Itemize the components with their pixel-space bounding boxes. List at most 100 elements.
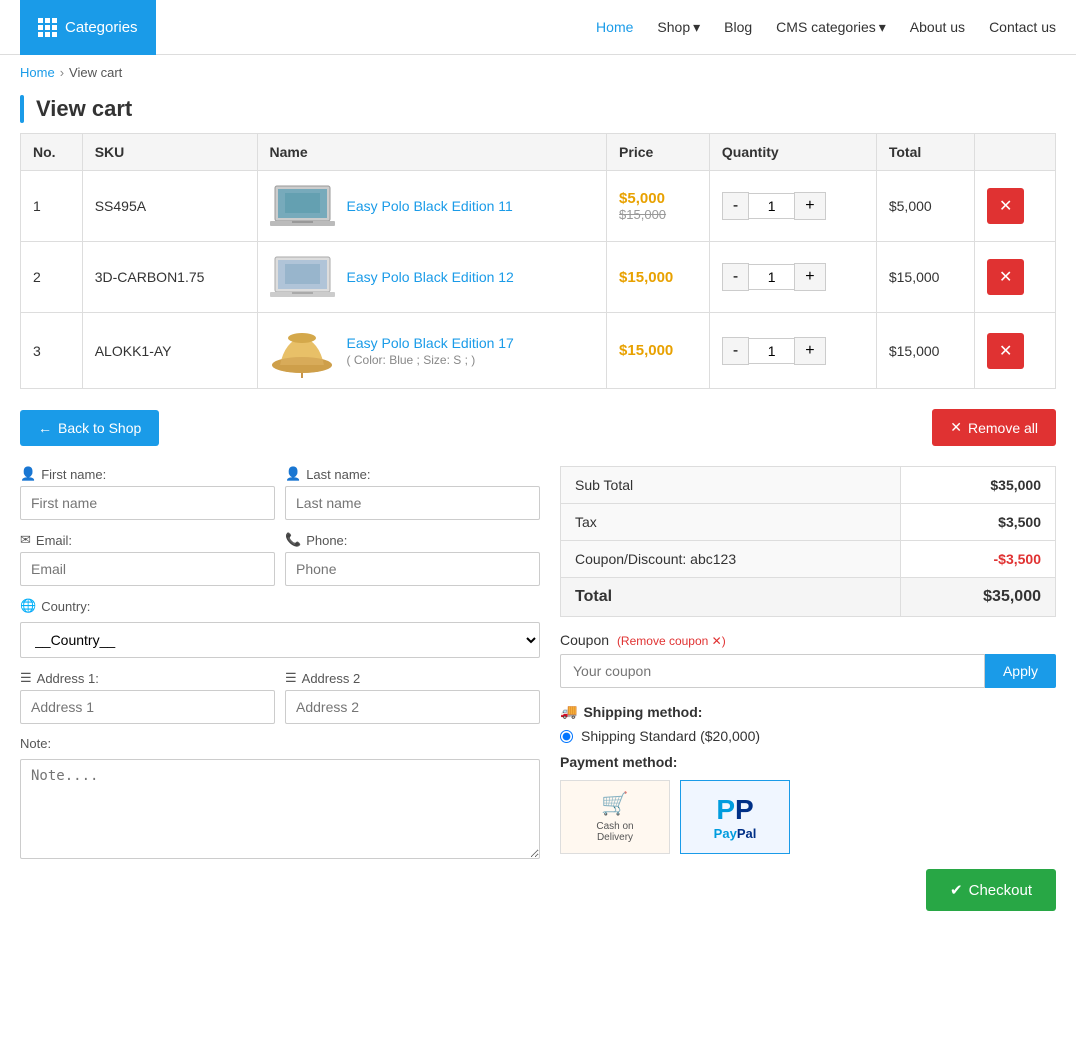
total-label: Total <box>561 578 901 617</box>
page-title: View cart <box>36 96 132 122</box>
nav-blog[interactable]: Blog <box>724 19 752 35</box>
remove-item-2[interactable]: ✕ <box>987 259 1024 295</box>
first-name-group: 👤 First name: <box>20 466 275 520</box>
address2-group: ☰ Address 2 <box>285 670 540 724</box>
coupon-row: Coupon/Discount: abc123 -$3,500 <box>561 541 1056 578</box>
remove-item-1[interactable]: ✕ <box>987 188 1024 224</box>
table-row: 3 ALOKK1-AY <box>21 313 1056 389</box>
row1-total: $5,000 <box>876 171 974 242</box>
cod-label: Cash onDelivery <box>596 821 633 843</box>
address1-group: ☰ Address 1: <box>20 670 275 724</box>
nav-cms[interactable]: CMS categories ▾ <box>776 19 886 36</box>
coupon-label: Coupon/Discount: abc123 <box>561 541 901 578</box>
tax-row: Tax $3,500 <box>561 504 1056 541</box>
remove-coupon-link[interactable]: (Remove coupon ✕) <box>617 634 726 648</box>
nav-home[interactable]: Home <box>596 19 633 35</box>
row1-product-link[interactable]: Easy Polo Black Edition 11 <box>347 198 513 214</box>
country-select[interactable]: __Country__ <box>20 622 540 658</box>
email-input[interactable] <box>20 552 275 586</box>
row1-remove: ✕ <box>974 171 1055 242</box>
row3-product-link[interactable]: Easy Polo Black Edition 17 <box>347 335 514 351</box>
coupon-value: -$3,500 <box>900 541 1055 578</box>
address2-input[interactable] <box>285 690 540 724</box>
header: Categories Home Shop ▾ Blog CMS categori… <box>0 0 1076 55</box>
apply-coupon-button[interactable]: Apply <box>985 654 1056 688</box>
first-name-input[interactable] <box>20 486 275 520</box>
row2-total: $15,000 <box>876 242 974 313</box>
product-image <box>270 323 335 378</box>
remove-item-3[interactable]: ✕ <box>987 333 1024 369</box>
first-name-label: 👤 First name: <box>20 466 275 482</box>
checkout-button[interactable]: ✔ Checkout <box>926 869 1056 911</box>
col-name: Name <box>257 134 607 171</box>
shipping-option: Shipping Standard ($20,000) <box>560 728 1056 744</box>
summary-table: Sub Total $35,000 Tax $3,500 Coupon/Disc… <box>560 466 1056 617</box>
qty-input-2[interactable] <box>749 264 794 290</box>
remove-all-button[interactable]: ✕ Remove all <box>932 409 1056 446</box>
row2-price: $15,000 <box>607 242 710 313</box>
nav-shop[interactable]: Shop ▾ <box>657 19 700 36</box>
categories-label: Categories <box>65 19 138 36</box>
page-title-section: View cart <box>0 90 1076 133</box>
bottom-section: 👤 First name: 👤 Last name: ✉ <box>20 466 1056 911</box>
row3-product-variant: ( Color: Blue ; Size: S ; ) <box>347 353 476 367</box>
address1-input[interactable] <box>20 690 275 724</box>
tax-value: $3,500 <box>900 504 1055 541</box>
row2-remove: ✕ <box>974 242 1055 313</box>
coupon-row: Apply <box>560 654 1056 688</box>
note-textarea[interactable] <box>20 759 540 859</box>
shipping-radio[interactable] <box>560 730 573 743</box>
breadcrumb: Home › View cart <box>0 55 1076 90</box>
subtotal-value: $35,000 <box>900 467 1055 504</box>
order-summary: Sub Total $35,000 Tax $3,500 Coupon/Disc… <box>560 466 1056 911</box>
address1-label: ☰ Address 1: <box>20 670 275 686</box>
row3-name-wrap: Easy Polo Black Edition 17 ( Color: Blue… <box>347 335 514 367</box>
breadcrumb-home[interactable]: Home <box>20 65 55 80</box>
coupon-section-label: Coupon (Remove coupon ✕) <box>560 632 1056 648</box>
col-total: Total <box>876 134 974 171</box>
last-name-input[interactable] <box>285 486 540 520</box>
phone-group: 📞 Phone: <box>285 532 540 586</box>
qty-input-3[interactable] <box>749 338 794 364</box>
chevron-down-icon: ▾ <box>879 19 886 36</box>
tax-label: Tax <box>561 504 901 541</box>
main-nav: Home Shop ▾ Blog CMS categories ▾ About … <box>596 19 1056 36</box>
row2-product-link[interactable]: Easy Polo Black Edition 12 <box>347 269 514 285</box>
list-icon: ☰ <box>20 670 32 686</box>
row3-qty: - + <box>709 313 876 389</box>
row1-price-old: $15,000 <box>619 207 697 222</box>
country-label: 🌐 Country: <box>20 598 540 614</box>
payment-paypal[interactable]: PP PayPal <box>680 780 790 854</box>
coupon-input[interactable] <box>560 654 985 688</box>
product-image <box>270 252 335 302</box>
back-to-shop-button[interactable]: ← Back to Shop <box>20 410 159 446</box>
truck-icon: 🚚 <box>560 703 577 720</box>
checkmark-icon: ✔ <box>950 881 963 899</box>
arrow-left-icon: ← <box>38 420 52 436</box>
qty-increase-1[interactable]: + <box>794 192 825 220</box>
action-row: ← Back to Shop ✕ Remove all <box>20 409 1056 446</box>
row3-price-main: $15,000 <box>619 342 697 359</box>
qty-decrease-1[interactable]: - <box>722 192 749 220</box>
row1-price-main: $5,000 <box>619 190 697 207</box>
qty-decrease-3[interactable]: - <box>722 337 749 365</box>
categories-button[interactable]: Categories <box>20 0 156 55</box>
nav-contact[interactable]: Contact us <box>989 19 1056 35</box>
phone-input[interactable] <box>285 552 540 586</box>
product-image <box>270 181 335 231</box>
address2-label: ☰ Address 2 <box>285 670 540 686</box>
shipping-section: 🚚 Shipping method: Shipping Standard ($2… <box>560 703 1056 744</box>
col-sku: SKU <box>82 134 257 171</box>
nav-about[interactable]: About us <box>910 19 965 35</box>
row3-name-cell: Easy Polo Black Edition 17 ( Color: Blue… <box>257 313 607 389</box>
row2-name-cell: Easy Polo Black Edition 12 <box>257 242 607 313</box>
col-qty: Quantity <box>709 134 876 171</box>
qty-increase-3[interactable]: + <box>794 337 825 365</box>
qty-decrease-2[interactable]: - <box>722 263 749 291</box>
row3-sku: ALOKK1-AY <box>82 313 257 389</box>
qty-input-1[interactable] <box>749 193 794 219</box>
payment-section: Payment method: 🛒 Cash onDelivery PP Pay… <box>560 754 1056 854</box>
payment-cod[interactable]: 🛒 Cash onDelivery <box>560 780 670 854</box>
row3-no: 3 <box>21 313 83 389</box>
qty-increase-2[interactable]: + <box>794 263 825 291</box>
